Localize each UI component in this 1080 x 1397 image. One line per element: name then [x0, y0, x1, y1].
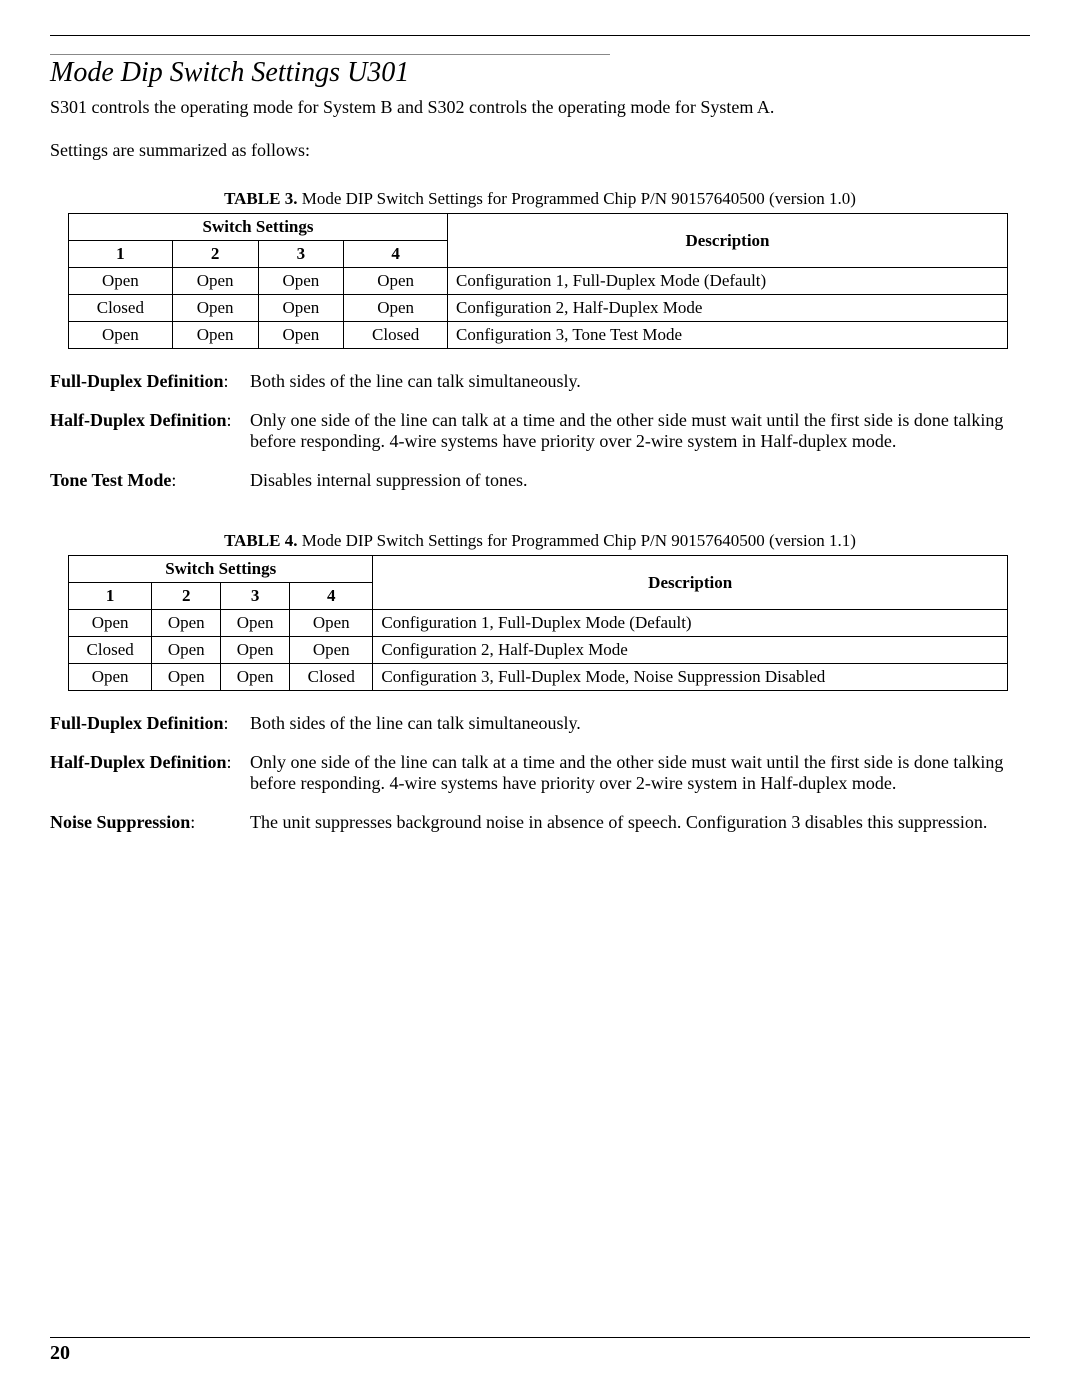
table3-col-2: 2: [172, 241, 258, 268]
def-term-text: Full-Duplex Definition: [50, 713, 224, 733]
cell: Open: [344, 295, 448, 322]
def-row: Full-Duplex Definition: Both sides of th…: [50, 371, 1030, 392]
cell: Open: [258, 322, 344, 349]
table4: Switch Settings Description 1 2 3 4 Open…: [68, 555, 1008, 691]
section-heading: Mode Dip Switch Settings U301: [50, 57, 1030, 89]
cell: Open: [290, 637, 373, 664]
def-term-text: Half-Duplex Definition: [50, 752, 227, 772]
cell: Closed: [69, 295, 173, 322]
cell: Closed: [69, 637, 152, 664]
cell: Open: [221, 637, 290, 664]
def-term-text: Full-Duplex Definition: [50, 371, 224, 391]
table3-caption-text: Mode DIP Switch Settings for Programmed …: [302, 189, 856, 208]
cell: Open: [344, 268, 448, 295]
def-text: Both sides of the line can talk simultan…: [250, 371, 1030, 392]
def-term: Half-Duplex Definition:: [50, 410, 250, 452]
table4-col-4: 4: [290, 583, 373, 610]
summary-paragraph: Settings are summarized as follows:: [50, 140, 1030, 161]
cell: Open: [152, 637, 221, 664]
table4-col-3: 3: [221, 583, 290, 610]
cell-desc: Configuration 3, Full-Duplex Mode, Noise…: [373, 664, 1008, 691]
def-term-text: Tone Test Mode: [50, 470, 171, 490]
cell: Closed: [290, 664, 373, 691]
cell-desc: Configuration 1, Full-Duplex Mode (Defau…: [373, 610, 1008, 637]
table-row: Closed Open Open Open Configuration 2, H…: [69, 637, 1008, 664]
heading-rule: [50, 54, 610, 55]
table4-label: TABLE 4.: [224, 531, 297, 550]
table3-label: TABLE 3.: [224, 189, 297, 208]
cell: Open: [152, 664, 221, 691]
cell: Open: [172, 295, 258, 322]
cell: Open: [221, 664, 290, 691]
cell: Open: [221, 610, 290, 637]
cell: Open: [258, 268, 344, 295]
cell: Open: [69, 610, 152, 637]
cell: Open: [258, 295, 344, 322]
intro-paragraph: S301 controls the operating mode for Sys…: [50, 97, 1030, 118]
def-row: Noise Suppression: The unit suppresses b…: [50, 812, 1030, 833]
def-row: Half-Duplex Definition: Only one side of…: [50, 410, 1030, 452]
def-row: Full-Duplex Definition: Both sides of th…: [50, 713, 1030, 734]
definitions-1: Full-Duplex Definition: Both sides of th…: [50, 371, 1030, 491]
cell: Open: [290, 610, 373, 637]
def-row: Half-Duplex Definition: Only one side of…: [50, 752, 1030, 794]
def-term: Full-Duplex Definition:: [50, 371, 250, 392]
table3-switch-header: Switch Settings: [69, 214, 448, 241]
cell-desc: Configuration 2, Half-Duplex Mode: [373, 637, 1008, 664]
table3: Switch Settings Description 1 2 3 4 Open…: [68, 213, 1008, 349]
def-term: Tone Test Mode:: [50, 470, 250, 491]
table4-col-1: 1: [69, 583, 152, 610]
def-text: Only one side of the line can talk at a …: [250, 410, 1030, 452]
table3-caption: TABLE 3. Mode DIP Switch Settings for Pr…: [50, 189, 1030, 209]
table-row: Open Open Open Open Configuration 1, Ful…: [69, 268, 1008, 295]
def-term: Full-Duplex Definition:: [50, 713, 250, 734]
def-term: Noise Suppression:: [50, 812, 250, 833]
footer-rule: [50, 1337, 1030, 1338]
table3-col-4: 4: [344, 241, 448, 268]
table-row: Open Open Open Closed Configuration 3, F…: [69, 664, 1008, 691]
cell: Open: [69, 268, 173, 295]
table4-desc-header: Description: [373, 556, 1008, 610]
def-text: Only one side of the line can talk at a …: [250, 752, 1030, 794]
table-row: Open Open Open Closed Configuration 3, T…: [69, 322, 1008, 349]
cell: Open: [172, 322, 258, 349]
table-row: Open Open Open Open Configuration 1, Ful…: [69, 610, 1008, 637]
table3-col-3: 3: [258, 241, 344, 268]
cell: Closed: [344, 322, 448, 349]
cell: Open: [69, 322, 173, 349]
table4-caption: TABLE 4. Mode DIP Switch Settings for Pr…: [50, 531, 1030, 551]
cell-desc: Configuration 3, Tone Test Mode: [448, 322, 1008, 349]
cell: Open: [172, 268, 258, 295]
cell-desc: Configuration 2, Half-Duplex Mode: [448, 295, 1008, 322]
def-term-text: Noise Suppression: [50, 812, 190, 832]
def-term: Half-Duplex Definition:: [50, 752, 250, 794]
table3-col-1: 1: [69, 241, 173, 268]
page-number: 20: [50, 1342, 1030, 1365]
table3-desc-header: Description: [448, 214, 1008, 268]
def-text: The unit suppresses background noise in …: [250, 812, 1030, 833]
def-row: Tone Test Mode: Disables internal suppre…: [50, 470, 1030, 491]
page-footer: 20: [50, 1337, 1030, 1365]
definitions-2: Full-Duplex Definition: Both sides of th…: [50, 713, 1030, 833]
table4-caption-text: Mode DIP Switch Settings for Programmed …: [302, 531, 856, 550]
table4-switch-header: Switch Settings: [69, 556, 373, 583]
def-text: Both sides of the line can talk simultan…: [250, 713, 1030, 734]
cell: Open: [69, 664, 152, 691]
def-text: Disables internal suppression of tones.: [250, 470, 1030, 491]
def-term-text: Half-Duplex Definition: [50, 410, 227, 430]
cell-desc: Configuration 1, Full-Duplex Mode (Defau…: [448, 268, 1008, 295]
top-rule: [50, 35, 1030, 36]
cell: Open: [152, 610, 221, 637]
table-row: Closed Open Open Open Configuration 2, H…: [69, 295, 1008, 322]
table4-col-2: 2: [152, 583, 221, 610]
